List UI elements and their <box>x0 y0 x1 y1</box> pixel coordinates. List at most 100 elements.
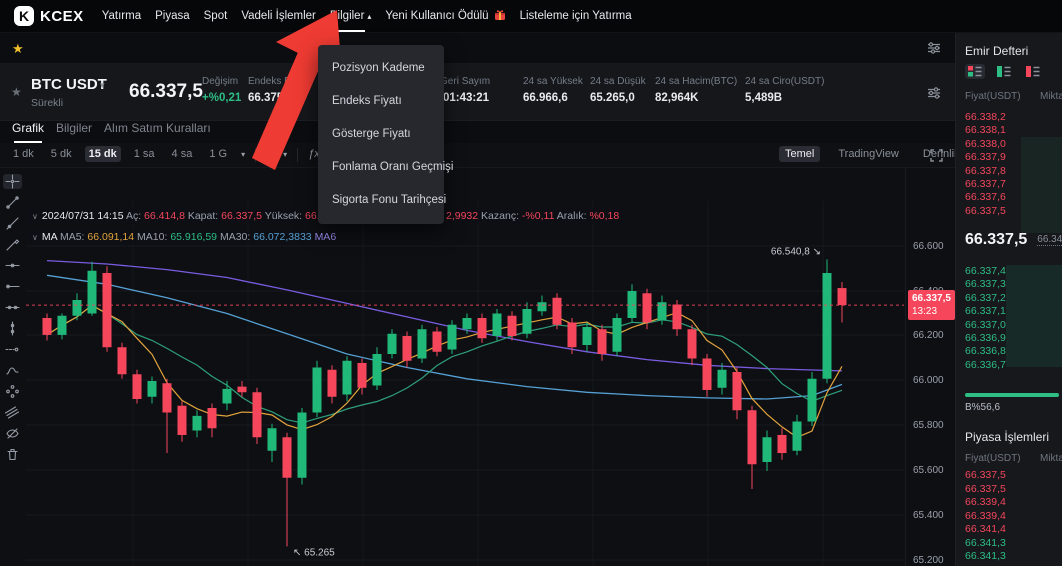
ticker-stat-value: 5,489B <box>745 92 824 104</box>
tool-brush-icon[interactable] <box>3 363 22 378</box>
timeframe-1sa[interactable]: 1 sa <box>130 146 159 162</box>
price-axis[interactable]: 66.337,5 13:23 66.60066.40066.20066.0006… <box>905 168 955 566</box>
symbol-caret-icon[interactable]: ▾ <box>100 80 105 91</box>
book-layout-bids-icon[interactable] <box>994 64 1014 79</box>
tab-alım-satım-kuralları[interactable]: Alım Satım Kuralları <box>104 121 211 143</box>
kcex-logo[interactable]: K KCEX <box>14 6 84 26</box>
kcex-logo-icon: K <box>14 6 34 26</box>
collapse-chevron-icon[interactable]: ∨ <box>32 233 38 242</box>
candlestick-chart[interactable]: 66.540,8 ↘↖ 65.265 <box>0 168 955 566</box>
ticker-stat: Endeks Fiyatı66.375,3 <box>248 76 309 104</box>
dropdown-item-3[interactable]: Fonlama Oranı Geçmişi <box>318 151 444 184</box>
dropdown-item-1[interactable]: Endeks Fiyatı <box>318 85 444 118</box>
nav-item-4[interactable]: Bilgiler▴ <box>330 0 372 32</box>
ask-row[interactable]: 66.337,7 <box>956 178 1062 191</box>
bid-row[interactable]: 66.337,2 <box>956 292 1062 305</box>
market-trades-columns: Fiyat(USDT)Miktar <box>965 453 1062 464</box>
dropdown-item-4[interactable]: Sigorta Fonu Tarihçesi <box>318 184 444 217</box>
tool-parallel-channel-icon[interactable] <box>3 405 22 420</box>
tool-eye-off-icon[interactable] <box>3 426 22 441</box>
tool-trash-icon[interactable] <box>3 447 22 462</box>
trade-row[interactable]: 66.341,3 <box>956 550 1062 564</box>
trade-row[interactable]: 66.341,3 <box>956 537 1062 551</box>
ask-row[interactable]: 66.338,0 <box>956 138 1062 151</box>
trade-row[interactable]: 66.337,5 <box>956 483 1062 497</box>
favorite-star-icon[interactable]: ★ <box>12 41 24 57</box>
dropdown-item-2[interactable]: Gösterge Fiyatı <box>318 118 444 151</box>
tab-grafik[interactable]: Grafik <box>12 121 44 143</box>
trade-row[interactable]: 66.337,5 <box>956 469 1062 483</box>
bid-row[interactable]: 66.336,9 <box>956 332 1062 345</box>
dropdown-item-0[interactable]: Pozisyon Kademe <box>318 52 444 85</box>
symbol-star-icon[interactable]: ★ <box>11 85 22 99</box>
order-book-columns: Fiyat(USDT)Miktar <box>965 91 1062 102</box>
tool-measure-line-icon[interactable] <box>3 342 22 357</box>
nav-item-1[interactable]: Piyasa <box>155 0 190 32</box>
index-price[interactable]: 66.343 <box>1037 234 1062 246</box>
chart-mode-temel[interactable]: Temel <box>779 146 820 162</box>
tab-bilgiler[interactable]: Bilgiler <box>56 121 92 143</box>
ask-row[interactable]: 66.337,5 <box>956 205 1062 218</box>
trade-row[interactable]: 66.339,4 <box>956 496 1062 510</box>
timeframe-4sa[interactable]: 4 sa <box>168 146 197 162</box>
tool-crosshair-icon[interactable] <box>3 174 22 189</box>
top-nav: K KCEX Yatırma Piyasa Spot Vadeli İşlemler B… <box>0 0 1062 33</box>
axis-price-label: 65.800 <box>913 420 944 431</box>
fullscreen-icon[interactable] <box>930 149 943 167</box>
buy-ratio-bar <box>965 393 1059 397</box>
timeframe-5dk[interactable]: 5 dk <box>47 146 76 162</box>
tool-vertical-line-icon[interactable] <box>3 321 22 336</box>
chart-area[interactable]: 66.540,8 ↘↖ 65.265 ∨2024/07/31 14:15 Aç:… <box>0 168 955 566</box>
bid-row[interactable]: 66.336,8 <box>956 345 1062 358</box>
timeframe-1G[interactable]: 1 G <box>205 146 231 162</box>
symbol-name[interactable]: BTC USDT <box>31 76 107 93</box>
trade-row[interactable]: 66.339,4 <box>956 510 1062 524</box>
tool-extended-line-icon[interactable] <box>3 300 22 315</box>
ask-row[interactable]: 66.337,6 <box>956 191 1062 204</box>
ticker-settings-icon[interactable] <box>927 86 941 105</box>
nav-item-0[interactable]: Yatırma <box>102 0 141 32</box>
ticker-stat: 24 sa Düşük65.265,0 <box>590 76 646 104</box>
caret-up-icon: ▴ <box>367 12 371 21</box>
candle-style-caret-icon[interactable]: ▾ <box>283 150 287 159</box>
book-layout-asks-icon[interactable] <box>1023 64 1043 79</box>
timeframe-15dk[interactable]: 15 dk <box>85 146 121 162</box>
drawing-toolbar <box>0 174 25 462</box>
bid-row[interactable]: 66.337,0 <box>956 319 1062 332</box>
ticker-stat-value: 66.375,3 <box>248 92 309 104</box>
bid-row[interactable]: 66.337,1 <box>956 305 1062 318</box>
ask-row[interactable]: 66.337,8 <box>956 165 1062 178</box>
tool-horizontal-ray-icon[interactable] <box>3 279 22 294</box>
bid-rows: 66.337,466.337,366.337,266.337,166.337,0… <box>956 265 1062 372</box>
buy-ratio-label: B%56,6 <box>965 402 1000 413</box>
nav-item-6[interactable]: Listeleme için Yatırma <box>520 0 632 32</box>
tool-pencil-line-icon[interactable] <box>3 237 22 252</box>
tool-horizontal-line-icon[interactable] <box>3 258 22 273</box>
candle-style-icon[interactable] <box>266 148 279 164</box>
favorites-bar: ★ <box>0 33 955 64</box>
current-price-badge: 66.337,5 13:23 <box>908 290 955 320</box>
bid-row[interactable]: 66.337,4 <box>956 265 1062 278</box>
ask-row[interactable]: 66.338,2 <box>956 111 1062 124</box>
tool-shapes-icon[interactable] <box>3 384 22 399</box>
collapse-chevron-icon[interactable]: ∨ <box>32 212 38 221</box>
settings-sliders-icon[interactable] <box>927 41 941 60</box>
bid-row[interactable]: 66.336,7 <box>956 359 1062 372</box>
bid-row[interactable]: 66.337,3 <box>956 278 1062 291</box>
tool-ray-line-icon[interactable] <box>3 216 22 231</box>
ask-row[interactable]: 66.338,1 <box>956 124 1062 137</box>
book-layout-both-icon[interactable] <box>965 64 985 79</box>
nav-item-label: Piyasa <box>155 10 190 22</box>
kcex-logo-text: KCEX <box>40 8 84 25</box>
trade-row[interactable]: 66.341,4 <box>956 523 1062 537</box>
book-layout-icons <box>965 64 1043 79</box>
timeframe-1dk[interactable]: 1 dk <box>9 146 38 162</box>
chart-mode-tradingview[interactable]: TradingView <box>832 146 905 162</box>
market-trades-title: Piyasa İşlemleri <box>965 430 1049 444</box>
nav-item-5[interactable]: Yeni Kullanıcı Ödülü <box>385 0 505 32</box>
tool-trend-line-icon[interactable] <box>3 195 22 210</box>
nav-item-3[interactable]: Vadeli İşlemler <box>241 0 316 32</box>
timeframe-more-caret-icon[interactable]: ▾ <box>241 150 245 159</box>
nav-item-2[interactable]: Spot <box>204 0 228 32</box>
ask-row[interactable]: 66.337,9 <box>956 151 1062 164</box>
